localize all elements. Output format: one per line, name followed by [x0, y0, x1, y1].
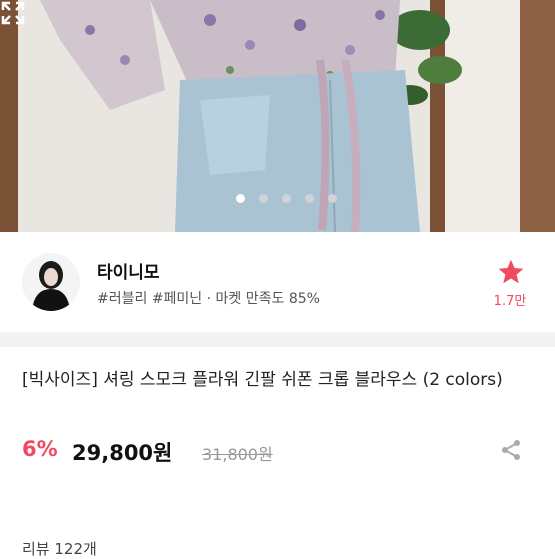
- seller-section[interactable]: [0, 232, 555, 333]
- carousel-dot[interactable]: [259, 194, 268, 203]
- sale-price: 29,800원: [72, 441, 173, 465]
- seller-name[interactable]: 타이니모: [97, 258, 160, 283]
- expand-icon[interactable]: [0, 0, 26, 26]
- discount-rate: 6%: [22, 437, 58, 461]
- carousel-dot[interactable]: [328, 194, 337, 203]
- product-title: [빅사이즈] 셔링 스모크 플라워 긴팔 쉬폰 크롭 블라우스 (2 color…: [22, 370, 503, 390]
- product-image-carousel[interactable]: [0, 0, 555, 232]
- original-price: 31,800원: [202, 445, 273, 464]
- carousel-dot[interactable]: [236, 194, 245, 203]
- favorite-count: 1.7만: [493, 294, 527, 309]
- carousel-dot[interactable]: [282, 194, 291, 203]
- carousel-dot[interactable]: [305, 194, 314, 203]
- favorite-star-icon[interactable]: [497, 258, 525, 286]
- seller-avatar[interactable]: [22, 253, 80, 311]
- avatar-photo: [22, 253, 80, 311]
- section-divider: [0, 332, 555, 347]
- share-icon[interactable]: [499, 438, 523, 462]
- carousel-indicator: [0, 194, 555, 206]
- seller-tags: #러블리 #페미닌 · 마켓 만족도 85%: [97, 291, 320, 307]
- reviews-link[interactable]: 리뷰 122개: [22, 538, 97, 559]
